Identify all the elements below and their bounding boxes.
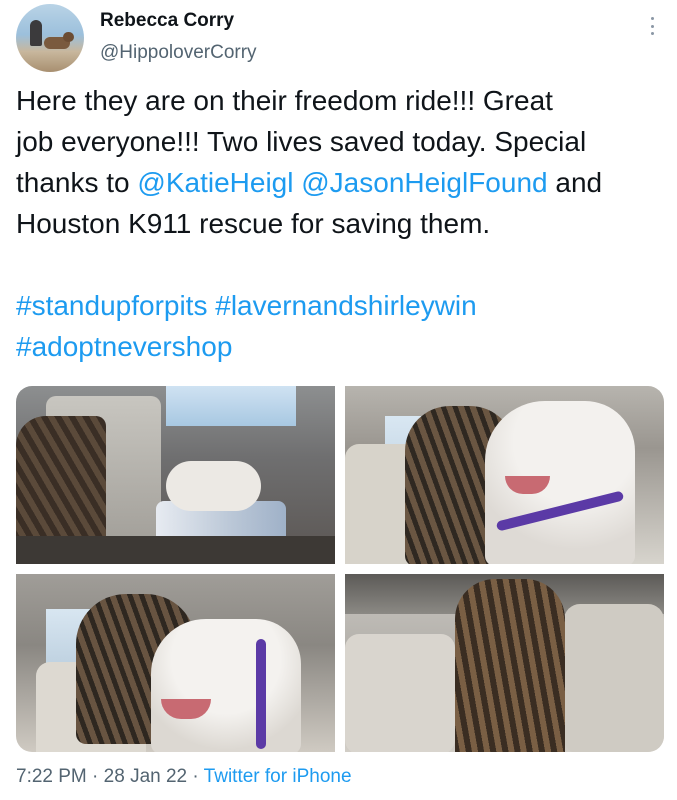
- photo-collar: [256, 639, 266, 749]
- photo-white-dog: [166, 461, 261, 511]
- hashtag-lavernandshirleywin[interactable]: #lavernandshirleywin: [215, 290, 476, 321]
- meta-separator: ·: [187, 766, 204, 787]
- photo-rear-window: [166, 386, 296, 426]
- mention-katieheigl[interactable]: @KatieHeigl: [137, 167, 293, 198]
- more-vertical-icon[interactable]: [643, 14, 661, 38]
- tweet-line: Here they are on their freedom ride!!! G…: [16, 85, 553, 116]
- photo-white-dog: [151, 619, 301, 752]
- photo-brindle-dog: [455, 579, 565, 752]
- tweet-text-fragment: and: [547, 167, 603, 198]
- photo-3[interactable]: [16, 574, 335, 752]
- tweet-date[interactable]: 28 Jan 22: [104, 766, 187, 787]
- author-name[interactable]: Rebecca Corry: [100, 10, 234, 32]
- author-handle[interactable]: @HippoloverCorry: [100, 42, 257, 64]
- photo-seat: [345, 634, 455, 752]
- avatar[interactable]: [16, 4, 84, 72]
- tweet-text-fragment: thanks to: [16, 167, 138, 198]
- avatar-person-shape: [30, 20, 42, 46]
- hashtag-line: #standupforpits #lavernandshirleywin: [16, 285, 666, 326]
- tweet-time[interactable]: 7:22 PM: [16, 766, 87, 787]
- photo-2[interactable]: [345, 386, 664, 564]
- photo-seat: [564, 604, 664, 752]
- meta-separator: ·: [86, 766, 104, 787]
- hashtag-adoptnevershop[interactable]: #adoptnevershop: [16, 331, 232, 362]
- hashtag-standupforpits[interactable]: #standupforpits: [16, 290, 207, 321]
- tweet-line: Houston K911 rescue for saving them.: [16, 208, 491, 239]
- tweet-line: job everyone!!! Two lives saved today. S…: [16, 126, 587, 157]
- hashtag-line: #adoptnevershop: [16, 326, 666, 367]
- tweet-source-link[interactable]: Twitter for iPhone: [204, 766, 352, 787]
- media-grid: [16, 386, 664, 752]
- photo-floor: [16, 536, 335, 564]
- tweet-text: Here they are on their freedom ride!!! G…: [16, 80, 666, 367]
- tweet-metadata: 7:22 PM · 28 Jan 22 · Twitter for iPhone: [16, 766, 352, 788]
- photo-1[interactable]: [16, 386, 335, 564]
- mention-jasonheiglfound[interactable]: @JasonHeiglFound: [301, 167, 547, 198]
- photo-4[interactable]: [345, 574, 664, 752]
- avatar-dog-head-shape: [63, 32, 74, 42]
- tweet-header: Rebecca Corry @HippoloverCorry: [16, 4, 661, 72]
- tweet-line: thanks to @KatieHeigl @JasonHeiglFound a…: [16, 162, 666, 203]
